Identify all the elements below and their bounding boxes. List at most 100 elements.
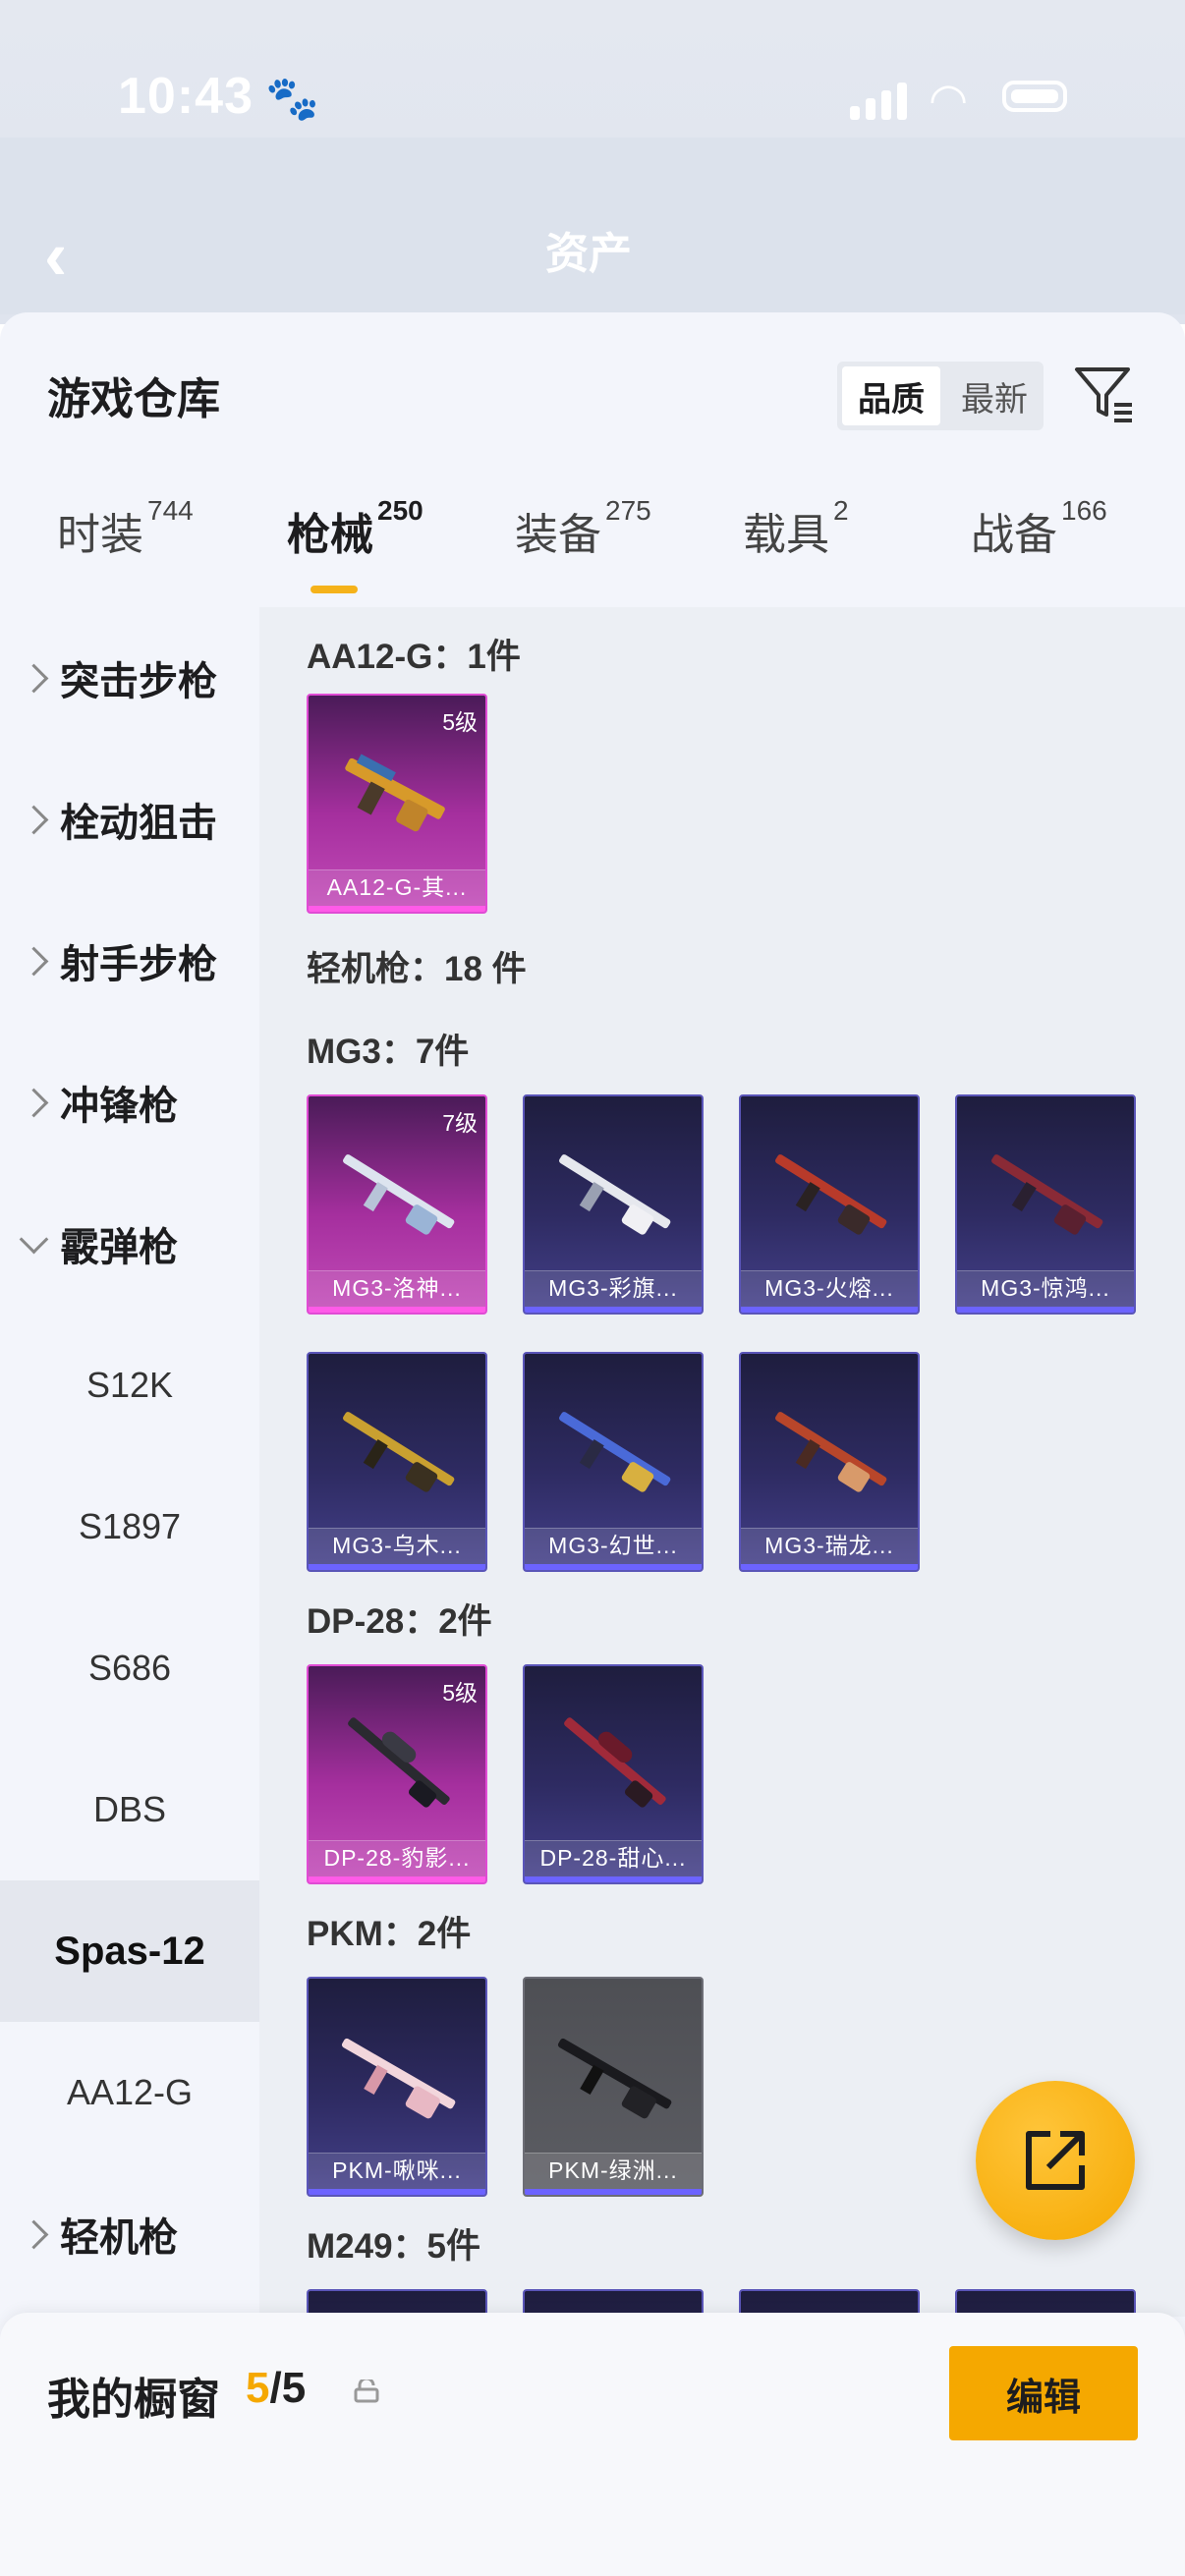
status-bar: 10:43 🐾 ◠ [0,59,1185,138]
showcase-separator: / [269,2364,282,2412]
group-title-dp28: DP-28：2件 [307,1602,492,1641]
weapon-card[interactable]: PKM-啾咪... [307,1977,487,2197]
category-label: 射手步枪 [60,943,217,986]
subcategory-aa12g[interactable]: AA12-G [0,2022,259,2163]
weapon-card[interactable]: MG3-幻世... [523,1352,704,1572]
category-tabs: 时装744 枪械250 装备275 载具2 战备166 [0,495,1185,607]
subcategory-dbs[interactable]: DBS [0,1739,259,1880]
category-marksman-rifle[interactable]: 射手步枪 [0,890,259,1032]
tab-label: 枪械 [287,511,373,559]
tab-firearms[interactable]: 枪械250 [287,495,423,562]
weapon-card[interactable]: PKM-绿洲... [523,1977,704,2197]
level-badge: 5级 [442,1680,478,1706]
weapon-card[interactable]: MG3-火熔... [739,1094,920,1315]
tab-count: 2 [833,495,849,526]
group-title-lmg: 轻机枪：18 件 [307,950,527,988]
weapon-image [345,754,445,832]
weapon-image [991,1154,1103,1235]
weapon-name: MG3-火熔... [764,1275,894,1301]
subcategory-s12k[interactable]: S12K [0,1315,259,1456]
tab-label: 载具 [743,511,829,559]
weapon-image [559,1412,671,1492]
weapon-card[interactable]: 5级 AA12-G-其... [307,694,487,914]
chevron-down-icon [19,1224,49,1254]
weapon-name: MG3-惊鸿... [981,1275,1110,1301]
group-title-aa12g: AA12-G：1件 [307,638,521,676]
category-bolt-sniper[interactable]: 栓动狙击 [0,749,259,890]
weapon-card[interactable]: MG3-彩旗... [523,1094,704,1315]
weapon-image [341,2038,456,2119]
category-lmg[interactable]: 轻机枪 [0,2163,259,2305]
chevron-right-icon [19,805,49,834]
weapon-card[interactable]: MG3-瑞龙... [739,1352,920,1572]
category-assault-rifle[interactable]: 突击步枪 [0,607,259,749]
weapon-card[interactable]: MG3-惊鸿... [955,1094,1136,1315]
category-label: 突击步枪 [60,660,217,703]
weapon-name: PKM-绿洲... [548,2157,678,2183]
category-shotgun[interactable]: 霰弹枪 [0,1173,259,1315]
weapon-name: PKM-啾咪... [332,2157,462,2183]
weapon-name: MG3-瑞龙... [764,1533,894,1558]
tab-vehicles[interactable]: 载具2 [743,495,849,562]
status-time: 10:43 [118,68,254,125]
tab-count: 166 [1061,495,1107,526]
group-title-pkm: PKM：2件 [307,1915,472,1953]
weapon-card[interactable]: MG3-乌木... [307,1352,487,1572]
level-badge: 5级 [442,709,478,735]
weapon-name: AA12-G-其... [326,874,468,900]
wifi-icon: ◠ [929,74,969,125]
tab-label: 时装 [57,511,143,559]
chevron-right-icon [19,2219,49,2249]
weapon-image [343,1412,455,1492]
chevron-right-icon [19,1088,49,1117]
weapon-name: MG3-彩旗... [548,1275,678,1301]
weapon-card[interactable]: DP-28-甜心... [523,1664,704,1884]
showcase-count: 5/5 [246,2364,306,2413]
battery-icon [1002,81,1067,112]
category-smg[interactable]: 冲锋枪 [0,1032,259,1173]
weapon-category-list: 突击步枪 栓动狙击 射手步枪 冲锋枪 霰弹枪 S12K S1897 S686 D… [0,607,259,2576]
tab-label: 装备 [515,511,601,559]
weapon-card[interactable]: 5级 DP-28-豹影... [307,1664,487,1884]
weapon-image [557,2038,672,2119]
weapon-image [564,1717,666,1808]
weapon-card[interactable]: 7级 MG3-洛神... [307,1094,487,1315]
subcategory-s1897[interactable]: S1897 [0,1456,259,1597]
sort-newest-button[interactable]: 最新 [945,362,1044,430]
level-badge: 7级 [442,1110,478,1136]
showcase-label: 我的橱窗 [47,2376,220,2424]
tab-label: 战备 [971,511,1057,559]
back-icon[interactable]: ‹ [44,216,67,295]
weapon-name: MG3-幻世... [548,1533,678,1558]
warehouse-title: 游戏仓库 [47,375,220,423]
group-title-m249: M249：5件 [307,2227,481,2266]
sort-quality-button[interactable]: 品质 [842,366,940,425]
subcategory-s686[interactable]: S686 [0,1597,259,1739]
weapon-image [775,1154,887,1235]
tab-supplies[interactable]: 战备166 [971,495,1107,562]
background-header: 10:43 🐾 ◠ ‹ 资产 [0,0,1185,324]
tab-count: 250 [377,495,423,526]
weapon-image [775,1412,887,1492]
tab-equipment[interactable]: 装备275 [515,495,651,562]
weapon-name: MG3-洛神... [332,1275,462,1301]
category-label: 霰弹枪 [60,1226,178,1269]
weapon-name: DP-28-甜心... [539,1845,687,1871]
subcategory-spas12[interactable]: Spas-12 [0,1880,259,2022]
group-title-mg3: MG3：7件 [307,1033,470,1071]
category-label: 冲锋枪 [60,1085,178,1128]
filter-icon[interactable] [1071,360,1136,424]
tab-count: 275 [605,495,651,526]
paw-icon: 🐾 [265,75,319,123]
chevron-right-icon [19,663,49,693]
weapon-name: DP-28-豹影... [323,1845,471,1871]
tab-fashion[interactable]: 时装744 [57,495,194,562]
weapon-image [559,1154,671,1235]
warehouse-sheet: 游戏仓库 品质 最新 时装744 枪械250 装备275 载具2 战备166 突… [0,312,1185,2576]
active-tab-indicator [310,586,358,593]
edit-button[interactable]: 编辑 [949,2346,1138,2440]
share-button[interactable] [976,2081,1135,2240]
category-label: 栓动狙击 [60,802,217,845]
category-label: 轻机枪 [60,2216,178,2260]
weapon-grid: AA12-G：1件 5级 AA12-G-其... 轻机枪：18 件 MG3：7件… [259,607,1185,2317]
